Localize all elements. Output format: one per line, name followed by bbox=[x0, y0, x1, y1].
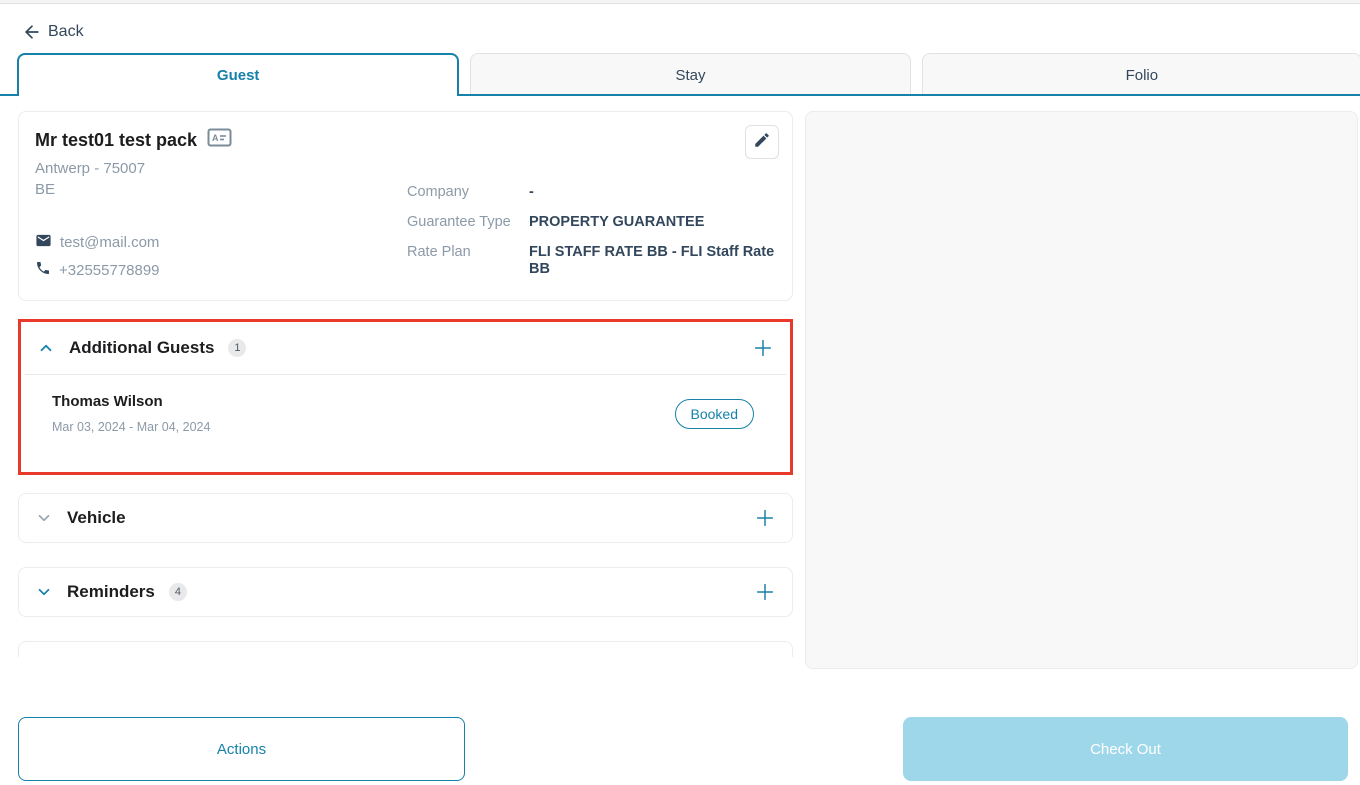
tab-guest[interactable]: Guest bbox=[17, 53, 459, 96]
vehicle-section: Vehicle bbox=[18, 493, 793, 543]
window-top-strip bbox=[0, 0, 1360, 4]
additional-guest-name: Thomas Wilson bbox=[52, 393, 210, 410]
status-badge: Booked bbox=[675, 399, 754, 429]
additional-guests-count-badge: 1 bbox=[228, 339, 246, 357]
additional-guest-dates: Mar 03, 2024 - Mar 04, 2024 bbox=[52, 420, 210, 434]
rate-plan-label: Rate Plan bbox=[407, 244, 529, 278]
guarantee-type-field: Guarantee Type PROPERTY GUARANTEE bbox=[407, 214, 776, 231]
main-content: Mr test01 test pack A Antwerp - 75007 BE… bbox=[0, 96, 1360, 657]
add-reminder-button[interactable] bbox=[754, 581, 776, 603]
chevron-up-icon[interactable] bbox=[37, 339, 55, 357]
tab-folio[interactable]: Folio bbox=[922, 53, 1360, 96]
guest-phone: +32555778899 bbox=[59, 262, 160, 279]
guest-summary-card: Mr test01 test pack A Antwerp - 75007 BE… bbox=[18, 111, 793, 301]
add-guest-button[interactable] bbox=[752, 337, 774, 359]
additional-guests-header[interactable]: Additional Guests 1 bbox=[21, 322, 790, 374]
tab-bar: Guest Stay Folio bbox=[0, 53, 1360, 96]
guest-contact-block: test@mail.com +32555778899 bbox=[35, 232, 407, 284]
additional-guests-title: Additional Guests bbox=[69, 338, 214, 358]
guest-name: Mr test01 test pack bbox=[35, 130, 197, 151]
local-guest-details-section: Local Guest Details bbox=[18, 641, 793, 657]
email-icon bbox=[35, 232, 52, 253]
id-card-icon: A bbox=[207, 128, 232, 152]
footer-bar: Actions Check Out bbox=[0, 683, 1360, 785]
rate-plan-field: Rate Plan FLI STAFF RATE BB - FLI Staff … bbox=[407, 244, 776, 278]
actions-button[interactable]: Actions bbox=[18, 717, 465, 781]
check-out-button[interactable]: Check Out bbox=[903, 717, 1348, 781]
tab-stay[interactable]: Stay bbox=[470, 53, 910, 96]
add-vehicle-button[interactable] bbox=[754, 507, 776, 529]
rate-plan-value: FLI STAFF RATE BB - FLI Staff Rate BB bbox=[529, 244, 776, 278]
back-label: Back bbox=[48, 23, 84, 41]
reminders-count-badge: 4 bbox=[169, 583, 187, 601]
company-label: Company bbox=[407, 184, 529, 201]
reminders-header[interactable]: Reminders 4 bbox=[19, 568, 792, 616]
guest-identity-block: Mr test01 test pack A Antwerp - 75007 BE… bbox=[35, 128, 407, 284]
reminders-title: Reminders bbox=[67, 582, 155, 602]
tab-stay-label: Stay bbox=[675, 67, 705, 84]
edit-guest-button[interactable] bbox=[745, 125, 779, 159]
chevron-down-icon[interactable] bbox=[35, 509, 53, 527]
back-button[interactable]: Back bbox=[22, 22, 84, 42]
guest-country: BE bbox=[35, 181, 407, 198]
detail-preview-panel bbox=[805, 111, 1358, 669]
tab-folio-label: Folio bbox=[1126, 67, 1159, 84]
company-field: Company - bbox=[407, 184, 776, 201]
guarantee-type-value: PROPERTY GUARANTEE bbox=[529, 214, 704, 231]
guarantee-type-label: Guarantee Type bbox=[407, 214, 529, 231]
chevron-down-icon[interactable] bbox=[35, 583, 53, 601]
additional-guests-section: Additional Guests 1 Thomas Wilson Mar 03… bbox=[21, 322, 790, 472]
reservation-fields: Company - Guarantee Type PROPERTY GUARAN… bbox=[407, 128, 776, 284]
vehicle-header[interactable]: Vehicle bbox=[19, 494, 792, 542]
guest-email: test@mail.com bbox=[60, 234, 159, 251]
guest-details-column: Mr test01 test pack A Antwerp - 75007 BE… bbox=[18, 111, 793, 657]
company-value: - bbox=[529, 184, 534, 201]
local-guest-details-title: Local Guest Details bbox=[67, 656, 225, 657]
vehicle-title: Vehicle bbox=[67, 508, 126, 528]
phone-icon bbox=[35, 260, 51, 280]
guest-address: Antwerp - 75007 bbox=[35, 160, 407, 177]
pencil-icon bbox=[753, 131, 771, 154]
tab-guest-label: Guest bbox=[217, 67, 260, 84]
svg-text:A: A bbox=[212, 133, 219, 143]
additional-guest-row[interactable]: Thomas Wilson Mar 03, 2024 - Mar 04, 202… bbox=[21, 375, 790, 452]
guest-phone-row: +32555778899 bbox=[35, 260, 407, 280]
arrow-left-icon bbox=[22, 22, 42, 42]
reminders-section: Reminders 4 bbox=[18, 567, 793, 617]
red-highlight-annotation: Additional Guests 1 Thomas Wilson Mar 03… bbox=[18, 319, 793, 475]
local-guest-details-header[interactable]: Local Guest Details bbox=[19, 642, 792, 657]
guest-email-row: test@mail.com bbox=[35, 232, 407, 253]
